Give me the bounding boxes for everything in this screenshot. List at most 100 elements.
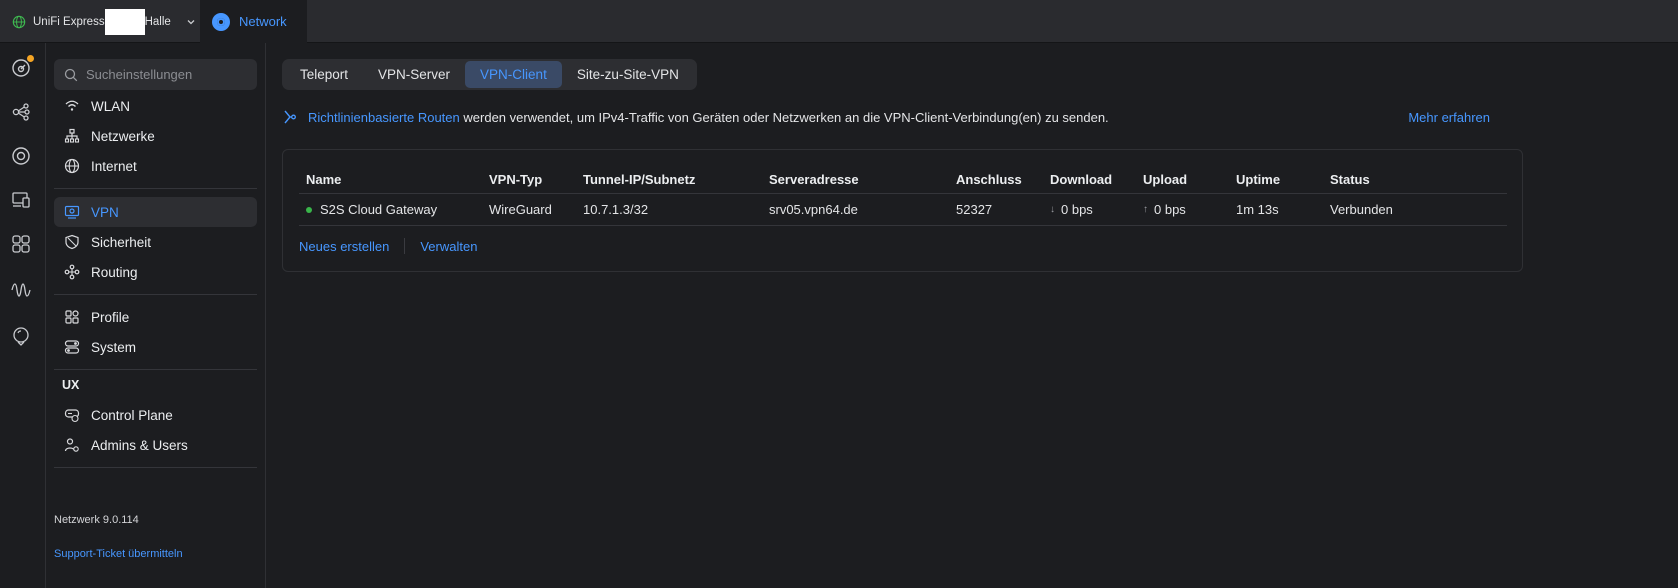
column-header-port[interactable]: Anschluss xyxy=(956,166,1022,193)
sidebar-item-label: WLAN xyxy=(91,98,131,114)
policy-routes-link[interactable]: Richtlinienbasierte Routen xyxy=(308,110,460,125)
vpn-tabs: Teleport VPN-Server VPN-Client Site-zu-S… xyxy=(282,59,697,90)
site-name-suffix: Halle xyxy=(144,15,171,28)
globe-icon xyxy=(64,158,80,174)
network-tree-icon xyxy=(64,128,80,143)
row-upload: ↑ 0 bps xyxy=(1143,194,1186,225)
topology-icon[interactable] xyxy=(10,101,32,123)
toggles-icon xyxy=(64,340,80,354)
sidebar-item-label: VPN xyxy=(91,204,119,220)
sidebar-item-label: Internet xyxy=(91,158,137,174)
shield-icon xyxy=(65,234,79,250)
dashboard-icon[interactable] xyxy=(10,55,34,79)
settings-sidebar: WLAN Netzwerke Internet VPN Sicherheit R… xyxy=(46,43,266,588)
network-app-icon xyxy=(212,12,230,31)
main-content: Teleport VPN-Server VPN-Client Site-zu-S… xyxy=(266,43,1678,588)
tab-site-to-site-vpn[interactable]: Site-zu-Site-VPN xyxy=(562,61,694,88)
console-icon xyxy=(64,409,80,423)
app-tab-network[interactable]: Network xyxy=(200,0,307,43)
clients-icon[interactable] xyxy=(10,189,32,211)
sidebar-divider xyxy=(54,369,257,370)
row-server: srv05.vpn64.de xyxy=(769,202,858,217)
arrow-down-icon: ↓ xyxy=(1050,204,1055,215)
sidebar-item-control-plane[interactable]: Control Plane xyxy=(54,400,257,430)
column-header-tunnel[interactable]: Tunnel-IP/Subnetz xyxy=(583,166,695,193)
row-download: ↓ 0 bps xyxy=(1050,194,1093,225)
column-header-uptime[interactable]: Uptime xyxy=(1236,166,1280,193)
profiles-icon xyxy=(65,310,79,324)
sidebar-item-label: Routing xyxy=(91,264,138,280)
sidebar-item-label: Admins & Users xyxy=(91,437,188,453)
redacted-block xyxy=(104,8,145,35)
sidebar-item-routing[interactable]: Routing xyxy=(54,257,257,287)
manage-link[interactable]: Verwalten xyxy=(420,239,477,254)
sidebar-item-internet[interactable]: Internet xyxy=(54,151,257,181)
info-text: werden verwendet, um IPv4-Traffic von Ge… xyxy=(463,109,1109,125)
sidebar-divider xyxy=(54,188,257,189)
site-selector[interactable]: UniFi Express Halle xyxy=(12,0,196,43)
notification-dot xyxy=(27,55,34,62)
search-icon xyxy=(64,68,78,81)
icon-rail xyxy=(0,43,46,588)
tab-vpn-server[interactable]: VPN-Server xyxy=(363,61,465,88)
search-input[interactable] xyxy=(86,67,246,82)
section-label-ux: UX xyxy=(62,378,80,392)
sidebar-item-label: Sicherheit xyxy=(91,234,152,250)
innerspace-icon[interactable] xyxy=(10,325,32,347)
row-upload-value: 0 bps xyxy=(1154,202,1186,217)
table-header: Name VPN-Typ Tunnel-IP/Subnetz Serveradr… xyxy=(299,166,1507,194)
sidebar-divider xyxy=(54,467,257,468)
row-type: WireGuard xyxy=(489,202,552,217)
vpn-client-table-card: Name VPN-Typ Tunnel-IP/Subnetz Serveradr… xyxy=(282,149,1523,272)
column-header-server[interactable]: Serveradresse xyxy=(769,166,859,193)
row-port: 52327 xyxy=(956,202,993,217)
sidebar-item-system[interactable]: System xyxy=(54,332,257,362)
top-bar: UniFi Express Halle Network xyxy=(0,0,1678,43)
table-row[interactable]: S2S Cloud Gateway WireGuard 10.7.1.3/32 … xyxy=(299,194,1507,226)
sidebar-item-label: Netzwerke xyxy=(91,128,155,144)
sidebar-item-label: Profile xyxy=(91,309,130,325)
sidebar-item-netzwerke[interactable]: Netzwerke xyxy=(54,121,257,151)
site-name: UniFi Express Halle xyxy=(33,8,171,35)
column-header-status[interactable]: Status xyxy=(1330,166,1370,193)
sidebar-item-label: System xyxy=(91,339,137,355)
route-icon xyxy=(284,110,296,124)
learn-more-link[interactable]: Mehr erfahren xyxy=(1408,110,1490,125)
row-download-value: 0 bps xyxy=(1061,202,1093,217)
routing-icon xyxy=(64,264,80,280)
sidebar-item-sicherheit[interactable]: Sicherheit xyxy=(54,227,257,257)
support-ticket-link[interactable]: Support-Ticket übermitteln xyxy=(54,548,183,560)
column-header-upload[interactable]: Upload xyxy=(1143,166,1187,193)
sidebar-divider xyxy=(54,294,257,295)
sidebar-item-vpn[interactable]: VPN xyxy=(54,197,257,227)
arrow-up-icon: ↑ xyxy=(1143,204,1148,215)
column-header-download[interactable]: Download xyxy=(1050,166,1112,193)
chevron-down-icon xyxy=(187,19,195,24)
column-header-name[interactable]: Name xyxy=(306,166,341,193)
table-actions: Neues erstellen Verwalten xyxy=(299,238,477,254)
app-name: Network xyxy=(239,14,287,29)
tab-teleport[interactable]: Teleport xyxy=(285,61,363,88)
app-version: Netzwerk 9.0.114 xyxy=(54,514,139,526)
insights-icon[interactable] xyxy=(10,233,32,255)
sidebar-item-wlan[interactable]: WLAN xyxy=(54,91,257,121)
action-separator xyxy=(404,238,406,254)
wifi-icon xyxy=(65,100,79,111)
row-name-text: S2S Cloud Gateway xyxy=(320,202,438,217)
row-status: Verbunden xyxy=(1330,202,1393,217)
user-gear-icon xyxy=(64,438,79,452)
create-new-link[interactable]: Neues erstellen xyxy=(299,239,389,254)
radio-manager-icon[interactable] xyxy=(10,279,32,301)
sidebar-item-profile[interactable]: Profile xyxy=(54,302,257,332)
column-header-type[interactable]: VPN-Typ xyxy=(489,166,542,193)
status-dot xyxy=(306,206,312,213)
tab-vpn-client[interactable]: VPN-Client xyxy=(465,61,562,88)
globe-icon xyxy=(12,15,26,28)
vpn-icon xyxy=(64,205,80,219)
sidebar-item-admins-users[interactable]: Admins & Users xyxy=(54,430,257,460)
settings-search[interactable] xyxy=(54,59,257,90)
sidebar-item-label: Control Plane xyxy=(91,407,173,423)
devices-icon[interactable] xyxy=(10,145,32,167)
row-tunnel: 10.7.1.3/32 xyxy=(583,202,649,217)
site-name-prefix: UniFi Express xyxy=(33,15,105,28)
